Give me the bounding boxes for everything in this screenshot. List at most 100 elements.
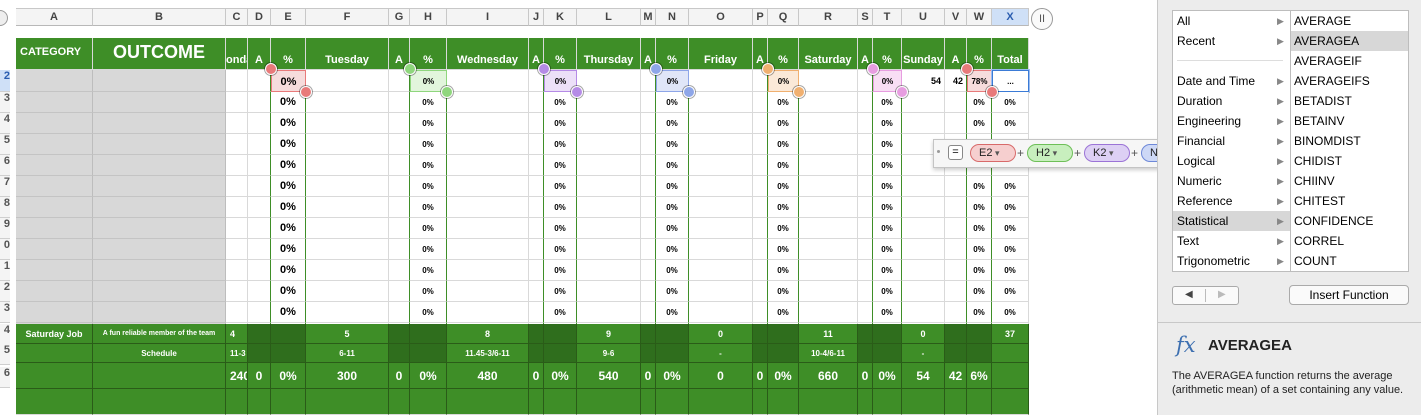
bottom-row-l[interactable] <box>577 389 641 415</box>
total-cell[interactable]: 0% <box>992 113 1029 134</box>
column-header-h[interactable]: H <box>410 8 447 26</box>
data-cell-p[interactable] <box>753 239 768 260</box>
category-cell[interactable] <box>16 197 93 218</box>
data-cell-v[interactable] <box>945 302 967 323</box>
data-cell-o[interactable] <box>689 260 753 281</box>
saturday-job-d[interactable] <box>248 324 271 344</box>
data-cell-i[interactable] <box>447 218 529 239</box>
data-cell-v[interactable] <box>945 176 967 197</box>
data-cell-j[interactable] <box>529 260 544 281</box>
saturday-job-k[interactable] <box>544 324 577 344</box>
data-cell-u[interactable] <box>902 302 945 323</box>
category-cell[interactable] <box>16 239 93 260</box>
data-cell-c[interactable] <box>226 70 248 92</box>
data-cell-c[interactable] <box>226 92 248 113</box>
data-cell-g[interactable] <box>389 155 410 176</box>
bottom-row-c[interactable] <box>226 389 248 415</box>
schedule-j[interactable] <box>529 344 544 363</box>
schedule-w[interactable] <box>967 344 992 363</box>
bottom-row-j[interactable] <box>529 389 544 415</box>
category-cell[interactable] <box>16 70 93 92</box>
outcome-cell[interactable] <box>93 281 226 302</box>
data-cell-s[interactable] <box>858 113 873 134</box>
bottom-row-d[interactable] <box>248 389 271 415</box>
saturday-job-e[interactable] <box>271 324 306 344</box>
data-cell-j[interactable] <box>529 113 544 134</box>
data-cell-u[interactable] <box>902 113 945 134</box>
percent-cell-w[interactable]: 0% <box>967 176 992 197</box>
schedule-b[interactable]: Schedule <box>93 344 226 363</box>
data-cell-i[interactable] <box>447 70 529 92</box>
bottom-row-v[interactable] <box>945 389 967 415</box>
category-cell[interactable] <box>16 281 93 302</box>
function-confidence[interactable]: CONFIDENCE <box>1291 211 1408 231</box>
percent-cell-t[interactable]: 0% <box>873 176 902 197</box>
data-cell-f[interactable] <box>306 113 389 134</box>
data-cell-f[interactable] <box>306 260 389 281</box>
total-cell[interactable]: 0% <box>992 218 1029 239</box>
data-cell-u[interactable] <box>902 260 945 281</box>
total-cell[interactable]: ... <box>991 69 1030 93</box>
totals-b[interactable] <box>93 363 226 389</box>
data-cell-r[interactable] <box>799 281 858 302</box>
data-cell-d[interactable] <box>248 197 271 218</box>
data-cell-l[interactable] <box>577 281 641 302</box>
bottom-row-s[interactable] <box>858 389 873 415</box>
data-cell-g[interactable] <box>389 176 410 197</box>
function-chidist[interactable]: CHIDIST <box>1291 151 1408 171</box>
percent-cell-k[interactable]: 0% <box>544 218 577 239</box>
function-averageifs[interactable]: AVERAGEIFS <box>1291 71 1408 91</box>
data-cell-v[interactable] <box>945 281 967 302</box>
data-cell-d[interactable] <box>248 113 271 134</box>
column-header-o[interactable]: O <box>689 8 753 26</box>
percent-cell-n[interactable]: 0% <box>656 113 689 134</box>
category-cell[interactable] <box>16 260 93 281</box>
percent-cell-n[interactable]: 0% <box>656 281 689 302</box>
function-count[interactable]: COUNT <box>1291 251 1408 271</box>
percent-cell-e[interactable]: 0% <box>271 302 306 323</box>
data-cell-r[interactable] <box>799 260 858 281</box>
bottom-row-e[interactable] <box>271 389 306 415</box>
data-cell-m[interactable] <box>641 155 656 176</box>
data-cell-p[interactable] <box>753 302 768 323</box>
data-cell-l[interactable] <box>577 302 641 323</box>
category-text[interactable]: Text <box>1173 231 1290 251</box>
data-cell-s[interactable] <box>858 302 873 323</box>
saturday-job-u[interactable]: 0 <box>902 324 945 344</box>
schedule-c[interactable]: 11-3 <box>226 344 248 363</box>
category-cell[interactable] <box>16 155 93 176</box>
percent-cell-w[interactable]: 0% <box>967 218 992 239</box>
saturday-job-b[interactable]: A fun reliable member of the team <box>93 324 226 344</box>
category-all[interactable]: All <box>1173 11 1290 31</box>
saturday-job-r[interactable]: 11 <box>799 324 858 344</box>
range-handle-bottom-q[interactable] <box>793 86 805 98</box>
data-cell-m[interactable] <box>641 218 656 239</box>
data-cell-o[interactable] <box>689 134 753 155</box>
data-cell-u[interactable]: 54 <box>902 70 945 92</box>
saturday-job-a[interactable]: Saturday Job <box>16 324 93 344</box>
bottom-row-r[interactable] <box>799 389 858 415</box>
data-cell-f[interactable] <box>306 302 389 323</box>
totals-f[interactable]: 300 <box>306 363 389 389</box>
bottom-row-g[interactable] <box>389 389 410 415</box>
data-cell-c[interactable] <box>226 155 248 176</box>
data-cell-j[interactable] <box>529 92 544 113</box>
saturday-job-h[interactable] <box>410 324 447 344</box>
percent-cell-k[interactable]: 0% <box>544 155 577 176</box>
data-cell-d[interactable] <box>248 281 271 302</box>
outcome-cell[interactable] <box>93 218 226 239</box>
data-cell-d[interactable] <box>248 155 271 176</box>
data-cell-d[interactable] <box>248 239 271 260</box>
saturday-job-p[interactable] <box>753 324 768 344</box>
percent-cell-w[interactable]: 0% <box>967 260 992 281</box>
percent-cell-e[interactable]: 0% <box>271 260 306 281</box>
totals-t[interactable]: 0% <box>873 363 902 389</box>
column-header-n[interactable]: N <box>656 8 689 26</box>
column-header-l[interactable]: L <box>577 8 641 26</box>
saturday-job-n[interactable] <box>656 324 689 344</box>
pause-icon[interactable]: II <box>1031 8 1053 30</box>
range-handle-bottom-n[interactable] <box>683 86 695 98</box>
bottom-row-x[interactable] <box>992 389 1029 415</box>
data-cell-l[interactable] <box>577 70 641 92</box>
totals-m[interactable]: 0 <box>641 363 656 389</box>
